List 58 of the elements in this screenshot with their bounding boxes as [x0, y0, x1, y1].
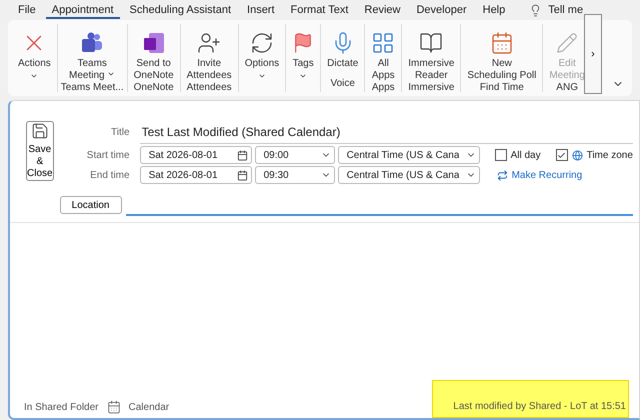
group-label: Teams Meet... — [60, 82, 124, 93]
group-label: Attendees — [186, 82, 232, 93]
checkbox[interactable] — [494, 149, 507, 161]
timezone-dropdown[interactable]: Central Time (US & Cana — [338, 146, 480, 164]
group-label: Apps — [372, 82, 395, 93]
checkbox-label: All day — [510, 150, 541, 160]
menu-tab[interactable]: Help — [476, 2, 512, 18]
calendar-icon — [236, 150, 248, 160]
globe-icon — [572, 150, 583, 160]
calendar-icon — [236, 170, 248, 180]
tell-me-field[interactable]: Tell me — [548, 4, 608, 16]
ribbon-button[interactable]: New Scheduling Poll — [464, 26, 540, 82]
note-icon — [142, 30, 166, 56]
location-button[interactable]: Location — [60, 196, 122, 214]
checkbox-label: Time zone — [586, 150, 633, 160]
make-recurring-link[interactable]: Make Recurring — [496, 170, 582, 180]
shared-calendar-icon — [106, 400, 120, 414]
ribbon-button[interactable]: Actions — [15, 26, 54, 89]
time-dropdown[interactable]: 09:00 — [254, 146, 335, 164]
ribbon-button[interactable]: All Apps — [368, 26, 398, 82]
caret-icon — [107, 70, 116, 78]
menu-tab[interactable]: Developer — [410, 2, 473, 18]
caret-icon — [258, 72, 266, 80]
menu-tab[interactable]: Review — [358, 2, 406, 18]
group-label: OneNote — [134, 82, 174, 93]
last-modified-text: Last modified by Shared - LoT at 15:51 — [432, 380, 629, 418]
menu-tab[interactable]: File — [12, 2, 42, 18]
more-button[interactable]: › — [584, 14, 602, 94]
group-label: Find Time — [480, 82, 524, 93]
menu-tab[interactable]: Scheduling Assistant — [124, 2, 238, 18]
menu-tab[interactable]: Insert — [241, 2, 281, 18]
caret-icon — [299, 72, 308, 80]
field-label: Start time — [86, 150, 130, 160]
ribbon-button[interactable]: Options — [242, 26, 282, 89]
check-icon — [557, 150, 566, 160]
group-label: ANG — [556, 82, 578, 93]
folder-label: In Shared Folder — [24, 402, 98, 413]
calendar-chart-icon — [490, 30, 514, 56]
timezone-dropdown[interactable]: Central Time (US & Cana — [338, 166, 480, 184]
date-field[interactable]: Sat 2026-08-01 — [140, 166, 252, 184]
ribbon-button[interactable]: Dictate — [324, 26, 362, 78]
group-label: Immersive — [408, 82, 454, 93]
ribbon-button[interactable]: Send to OneNote — [130, 26, 177, 82]
ribbon-button[interactable]: Tags — [289, 26, 318, 89]
field-label: End time — [89, 170, 130, 180]
ribbon-button[interactable]: Immersive Reader — [405, 26, 458, 82]
time-dropdown[interactable]: 09:30 — [254, 166, 335, 184]
date-field[interactable]: Sat 2026-08-01 — [140, 146, 252, 164]
group-label: Voice — [330, 78, 355, 89]
repeat-icon — [496, 170, 508, 180]
field-label: Title — [110, 127, 130, 138]
menu-tab[interactable]: Format Text — [284, 2, 354, 18]
ribbon-button[interactable]: Invite Attendees — [184, 26, 235, 82]
checkbox[interactable] — [556, 149, 568, 161]
save-close-button[interactable]: Save & Close — [26, 121, 54, 181]
caret-icon — [30, 72, 38, 80]
folder-name: Calendar — [128, 402, 170, 413]
ribbon-button[interactable]: Teams Meeting — [66, 26, 118, 82]
